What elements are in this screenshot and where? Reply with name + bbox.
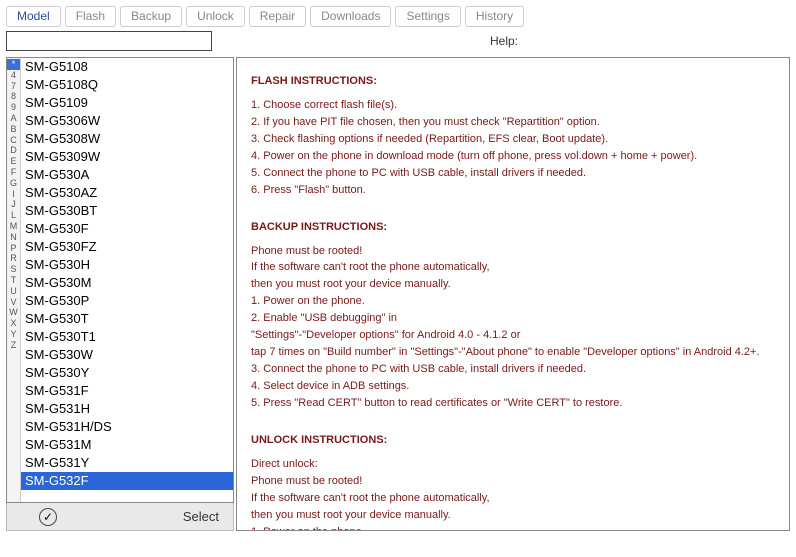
alpha-T[interactable]: T	[7, 275, 20, 286]
model-item[interactable]: SM-G531H/DS	[21, 418, 233, 436]
model-item[interactable]: SM-G531H	[21, 400, 233, 418]
alpha-*[interactable]: *	[7, 59, 20, 70]
instruction-line: 3. Check flashing options if needed (Rep…	[251, 132, 775, 148]
model-item[interactable]: SM-G530AZ	[21, 184, 233, 202]
model-item[interactable]: SM-G530BT	[21, 202, 233, 220]
model-item[interactable]: SM-G530A	[21, 166, 233, 184]
instruction-line: 5. Press "Read CERT" button to read cert…	[251, 396, 775, 412]
tab-settings[interactable]: Settings	[395, 6, 460, 27]
tab-model[interactable]: Model	[6, 6, 61, 27]
alpha-N[interactable]: N	[7, 232, 20, 243]
tab-backup[interactable]: Backup	[120, 6, 182, 27]
instruction-line: 5. Connect the phone to PC with USB cabl…	[251, 166, 775, 182]
alpha-E[interactable]: E	[7, 156, 20, 167]
alpha-Z[interactable]: Z	[7, 340, 20, 351]
instruction-line: 4. Power on the phone in download mode (…	[251, 149, 775, 165]
instruction-line: 1. Power on the phone.	[251, 525, 775, 531]
alpha-P[interactable]: P	[7, 243, 20, 254]
instruction-line: 4. Select device in ADB settings.	[251, 379, 775, 395]
model-item[interactable]: SM-G531M	[21, 436, 233, 454]
alpha-R[interactable]: R	[7, 253, 20, 264]
model-item[interactable]: SM-G5108	[21, 58, 233, 76]
instruction-line: 6. Press "Flash" button.	[251, 183, 775, 199]
alpha-W[interactable]: W	[7, 307, 20, 318]
instruction-line: 1. Power on the phone.	[251, 294, 775, 310]
instruction-line: 2. Enable "USB debugging" in	[251, 311, 775, 327]
model-item[interactable]: SM-G530F	[21, 220, 233, 238]
left-column: *4789ABCDEFGIJLMNPRSTUVWXYZ SM-G5108SM-G…	[6, 57, 234, 531]
model-item[interactable]: SM-G530FZ	[21, 238, 233, 256]
alpha-7[interactable]: 7	[7, 81, 20, 92]
model-list-wrap: *4789ABCDEFGIJLMNPRSTUVWXYZ SM-G5108SM-G…	[6, 57, 234, 503]
alpha-F[interactable]: F	[7, 167, 20, 178]
section-title: UNLOCK INSTRUCTIONS:	[251, 433, 775, 449]
instruction-line: then you must root your device manually.	[251, 508, 775, 524]
model-item[interactable]: SM-G530T1	[21, 328, 233, 346]
instruction-line: Phone must be rooted!	[251, 244, 775, 260]
alpha-U[interactable]: U	[7, 286, 20, 297]
alpha-8[interactable]: 8	[7, 91, 20, 102]
alpha-4[interactable]: 4	[7, 70, 20, 81]
model-item[interactable]: SM-G530W	[21, 346, 233, 364]
search-wrap	[6, 31, 212, 51]
alpha-J[interactable]: J	[7, 199, 20, 210]
instruction-line: If the software can't root the phone aut…	[251, 491, 775, 507]
alpha-C[interactable]: C	[7, 135, 20, 146]
section-title: FLASH INSTRUCTIONS:	[251, 74, 775, 90]
help-panel: FLASH INSTRUCTIONS: 1. Choose correct fla…	[236, 57, 790, 531]
instruction-line: If the software can't root the phone aut…	[251, 260, 775, 276]
instruction-line: Direct unlock:	[251, 457, 775, 473]
model-item[interactable]: SM-G5108Q	[21, 76, 233, 94]
alpha-A[interactable]: A	[7, 113, 20, 124]
instruction-line: 2. If you have PIT file chosen, then you…	[251, 115, 775, 131]
model-item[interactable]: SM-G532F	[21, 472, 233, 490]
model-item[interactable]: SM-G5109	[21, 94, 233, 112]
tab-repair[interactable]: Repair	[249, 6, 306, 27]
model-item[interactable]: SM-G5308W	[21, 130, 233, 148]
model-item[interactable]: SM-G530Y	[21, 364, 233, 382]
instruction-line: then you must root your device manually.	[251, 277, 775, 293]
top-row: Help:	[0, 29, 796, 57]
main-area: *4789ABCDEFGIJLMNPRSTUVWXYZ SM-G5108SM-G…	[0, 57, 796, 537]
model-item[interactable]: SM-G5306W	[21, 112, 233, 130]
alpha-X[interactable]: X	[7, 318, 20, 329]
model-item[interactable]: SM-G531F	[21, 382, 233, 400]
instruction-line: 3. Connect the phone to PC with USB cabl…	[251, 362, 775, 378]
model-item[interactable]: SM-G531Y	[21, 454, 233, 472]
alpha-B[interactable]: B	[7, 124, 20, 135]
search-input[interactable]	[6, 31, 212, 51]
alpha-index[interactable]: *4789ABCDEFGIJLMNPRSTUVWXYZ	[7, 58, 21, 502]
model-item[interactable]: SM-G5309W	[21, 148, 233, 166]
tab-bar: ModelFlashBackupUnlockRepairDownloadsSet…	[0, 0, 796, 29]
alpha-G[interactable]: G	[7, 178, 20, 189]
alpha-I[interactable]: I	[7, 189, 20, 200]
tab-history[interactable]: History	[465, 6, 524, 27]
instruction-line: Phone must be rooted!	[251, 474, 775, 490]
model-list[interactable]: SM-G5108SM-G5108QSM-G5109SM-G5306WSM-G53…	[21, 58, 233, 502]
alpha-M[interactable]: M	[7, 221, 20, 232]
instruction-line: 1. Choose correct flash file(s).	[251, 98, 775, 114]
tab-downloads[interactable]: Downloads	[310, 6, 391, 27]
alpha-V[interactable]: V	[7, 297, 20, 308]
select-bar: ✓ Select	[6, 503, 234, 531]
model-item[interactable]: SM-G530H	[21, 256, 233, 274]
tab-flash[interactable]: Flash	[65, 6, 116, 27]
help-label: Help:	[218, 34, 790, 48]
section-title: BACKUP INSTRUCTIONS:	[251, 220, 775, 236]
select-button[interactable]: Select	[183, 509, 219, 524]
model-item[interactable]: SM-G530T	[21, 310, 233, 328]
check-icon[interactable]: ✓	[39, 508, 57, 526]
alpha-Y[interactable]: Y	[7, 329, 20, 340]
tab-unlock[interactable]: Unlock	[186, 6, 245, 27]
alpha-9[interactable]: 9	[7, 102, 20, 113]
model-item[interactable]: SM-G530M	[21, 274, 233, 292]
instruction-line: "Settings"-"Developer options" for Andro…	[251, 328, 775, 344]
alpha-S[interactable]: S	[7, 264, 20, 275]
model-item[interactable]: SM-G530P	[21, 292, 233, 310]
alpha-D[interactable]: D	[7, 145, 20, 156]
instruction-line: tap 7 times on "Build number" in "Settin…	[251, 345, 775, 361]
alpha-L[interactable]: L	[7, 210, 20, 221]
